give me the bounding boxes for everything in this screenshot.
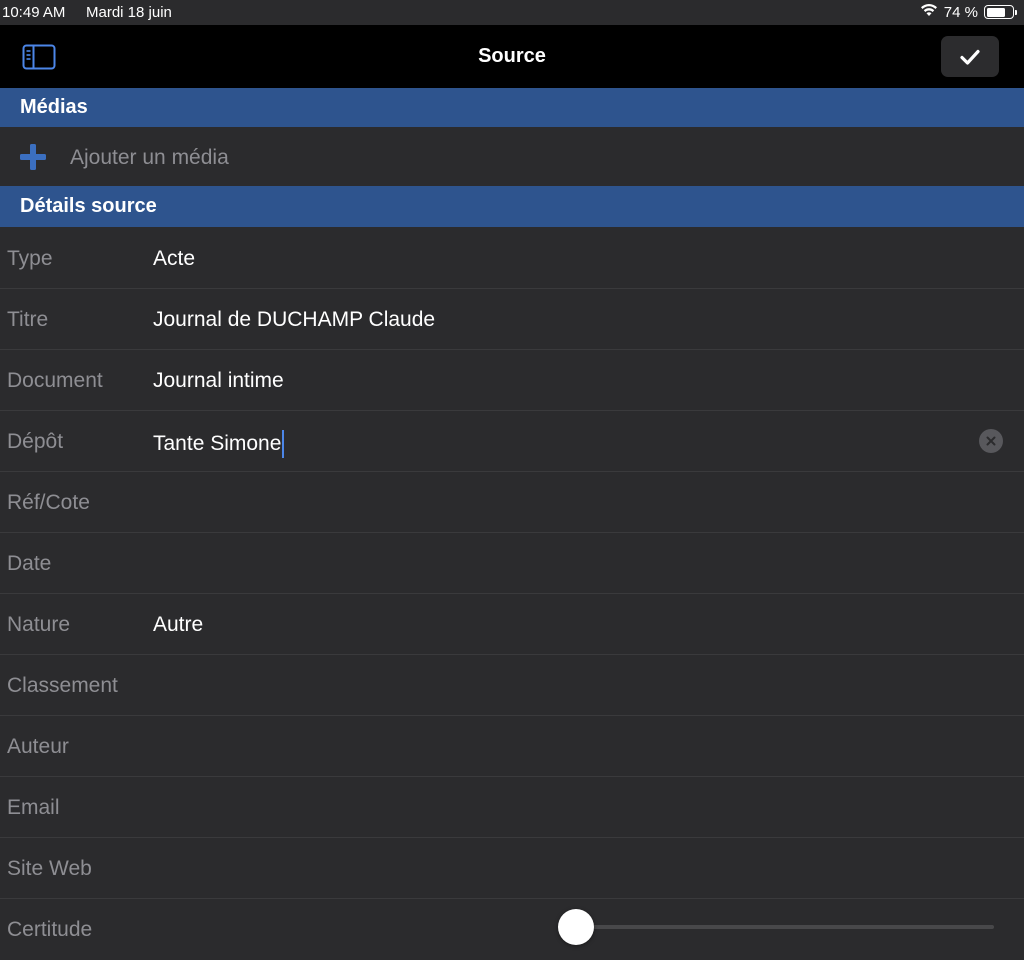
- field-document[interactable]: Document Journal intime: [0, 350, 1024, 411]
- add-media-label: Ajouter un média: [70, 146, 229, 169]
- field-label: Date: [7, 552, 52, 575]
- add-media-row[interactable]: Ajouter un média: [0, 127, 1024, 186]
- status-right: 74 %: [920, 3, 1017, 21]
- depot-input[interactable]: Tante Simone: [153, 430, 285, 458]
- details-section-header: Détails source: [0, 186, 1024, 227]
- field-label: Dépôt: [7, 430, 64, 453]
- certitude-slider-track[interactable]: [576, 925, 994, 929]
- battery-fill: [986, 7, 1005, 17]
- field-label: Certitude: [7, 918, 93, 941]
- wifi-icon: [920, 3, 938, 21]
- battery-percent: 74 %: [943, 3, 978, 21]
- status-date: Mardi 18 juin: [86, 4, 172, 21]
- field-label: Type: [7, 247, 53, 270]
- field-label: Auteur: [7, 735, 69, 758]
- navigation-bar: Source: [0, 25, 1024, 88]
- field-depot[interactable]: Dépôt Tante Simone: [0, 411, 1024, 472]
- field-label: Email: [7, 796, 60, 819]
- field-label: Classement: [7, 674, 118, 697]
- field-titre[interactable]: Titre Journal de DUCHAMP Claude: [0, 289, 1024, 350]
- field-value: Journal de DUCHAMP Claude: [153, 308, 436, 331]
- field-value: Journal intime: [153, 369, 284, 392]
- field-certitude: Certitude: [0, 899, 1024, 960]
- field-label: Réf/Cote: [7, 491, 90, 514]
- field-email[interactable]: Email: [0, 777, 1024, 838]
- clear-text-button[interactable]: [979, 429, 1003, 453]
- field-classement[interactable]: Classement: [0, 655, 1024, 716]
- done-button[interactable]: [941, 36, 999, 77]
- page-title: Source: [478, 45, 546, 67]
- field-auteur[interactable]: Auteur: [0, 716, 1024, 777]
- field-label: Site Web: [7, 857, 92, 880]
- field-label: Nature: [7, 613, 71, 636]
- field-type[interactable]: Type Acte: [0, 228, 1024, 289]
- text-caret: [282, 430, 285, 458]
- field-ref-cote[interactable]: Réf/Cote: [0, 472, 1024, 533]
- checkmark-icon: [960, 49, 980, 65]
- status-bar: 10:49 AM Mardi 18 juin 74 %: [0, 0, 1024, 25]
- status-time: 10:49 AM: [2, 4, 66, 21]
- field-label: Titre: [7, 308, 49, 331]
- plus-icon: [20, 144, 46, 170]
- field-value: Autre: [153, 613, 204, 636]
- field-value: Acte: [153, 247, 196, 270]
- clear-icon: [986, 436, 996, 446]
- battery-icon: [984, 5, 1017, 19]
- media-section-header: Médias: [0, 88, 1024, 127]
- field-label: Document: [7, 369, 103, 392]
- certitude-slider-thumb[interactable]: [558, 909, 594, 945]
- field-site-web[interactable]: Site Web: [0, 838, 1024, 899]
- field-date[interactable]: Date: [0, 533, 1024, 594]
- field-nature[interactable]: Nature Autre: [0, 594, 1024, 655]
- field-value: Tante Simone: [153, 432, 282, 455]
